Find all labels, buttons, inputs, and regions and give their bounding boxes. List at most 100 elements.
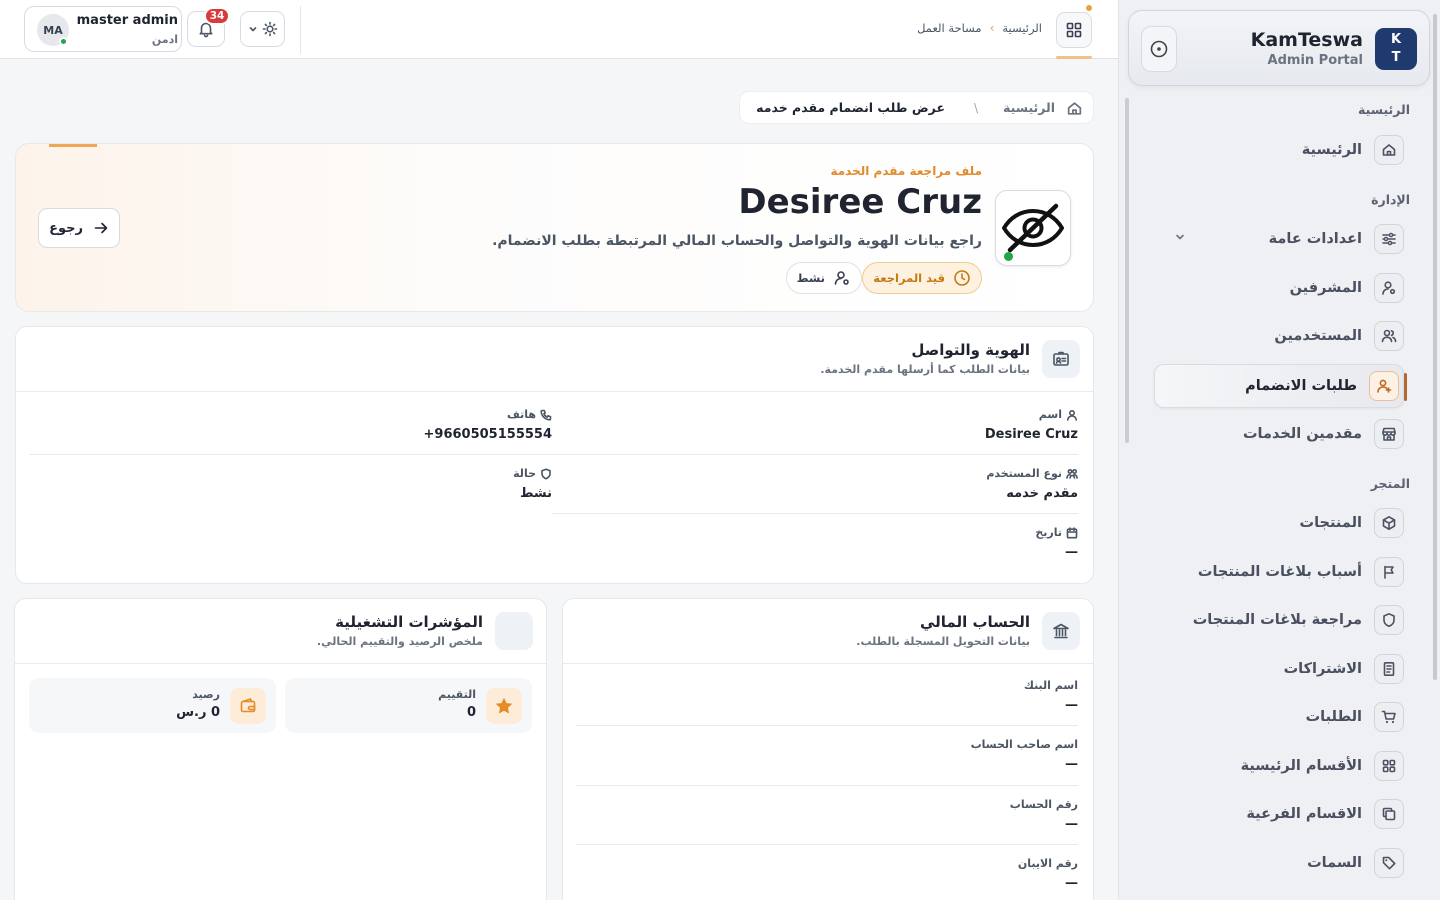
sidebar-item-supervisors[interactable]: المشرفين: [1154, 266, 1404, 310]
workspace-grid-button[interactable]: [1056, 12, 1092, 48]
status-badge-active: نشط: [785, 262, 862, 294]
layout-grid-icon: [1066, 22, 1082, 38]
online-status-dot: [59, 37, 68, 46]
notifications-button[interactable]: 34: [187, 7, 230, 47]
card-title: المؤشرات التشغيلية: [335, 613, 483, 631]
sidebar-item-users[interactable]: المستخدمين: [1154, 314, 1404, 358]
breadcrumb-root-link[interactable]: الرئيسية: [1003, 100, 1055, 115]
provider-avatar: [995, 190, 1071, 266]
sidebar-item-report-reasons[interactable]: أسباب بلاغات المنتجات: [1154, 550, 1404, 594]
finance-card: الحساب المالي بيانات التحويل المسجلة بال…: [562, 598, 1094, 900]
field-label: رقم الحساب: [1009, 798, 1078, 811]
top-header: الرئيسية › مساحة العمل 34 MA master admi…: [0, 0, 1118, 59]
sidebar-item-label: المستخدمين: [1274, 328, 1362, 344]
sidebar-item-orders[interactable]: الطلبات: [1154, 695, 1404, 739]
breadcrumb-separator: \: [973, 101, 978, 115]
online-status-dot: [1004, 252, 1013, 261]
sidebar-item-label: أسباب بلاغات المنتجات: [1197, 564, 1362, 580]
metric-label: رصيد: [192, 688, 220, 701]
card-subtitle: بيانات التحويل المسجلة بالطلب.: [856, 635, 1030, 648]
grid-icon: [1374, 751, 1404, 781]
cart-icon: [1374, 702, 1404, 732]
sidebar-item-label: المشرفين: [1289, 280, 1362, 296]
field-account-number: رقم الحساب —: [578, 798, 1078, 832]
brand-logo: K T: [1375, 28, 1417, 70]
card-title: الهوية والتواصل: [911, 341, 1030, 359]
users-icon: [1066, 468, 1078, 479]
field-status: حالة نشط: [42, 467, 552, 501]
nav-section-home: الرئيسية: [1358, 102, 1410, 117]
card-header: الهوية والتواصل بيانات الطلب كما أرسلها …: [16, 327, 1093, 392]
chevron-down-icon[interactable]: [1174, 231, 1186, 243]
user-icon: [1067, 409, 1077, 421]
field-label: نوع المستخدم: [578, 467, 1078, 480]
field-label: اسم صاحب الحساب: [970, 738, 1078, 751]
sidebar-item-sub-categories[interactable]: الاقسام الفرعية: [1154, 792, 1404, 836]
clock-icon: [954, 270, 970, 286]
sidebar-item-main-categories[interactable]: الأقسام الرئيسية: [1154, 744, 1404, 788]
sidebar-item-home[interactable]: الرئيسية: [1154, 128, 1404, 172]
brand-logo-letter: K: [1390, 32, 1402, 47]
breadcrumb-workspace: مساحة العمل: [917, 21, 982, 35]
user-menu[interactable]: MA master admin ادمن: [24, 6, 182, 52]
card-subtitle: ملخص الرصيد والتقييم الحالي.: [316, 635, 483, 648]
identity-card: الهوية والتواصل بيانات الطلب كما أرسلها …: [15, 326, 1094, 584]
provider-hero-card: ملف مراجعة مقدم الخدمة Desiree Cruz راجع…: [15, 143, 1094, 312]
page-scrollbar-thumb[interactable]: [1433, 14, 1437, 680]
sidebar-toggle-button[interactable]: [1141, 26, 1177, 72]
field-value: —: [1065, 698, 1078, 713]
card-subtitle: بيانات الطلب كما أرسلها مقدم الخدمة.: [820, 363, 1030, 376]
shield-icon: [1374, 605, 1404, 635]
indicator-dot: [1086, 5, 1092, 11]
breadcrumb-home-link[interactable]: الرئيسية: [1002, 21, 1042, 35]
sidebar-item-label: السمات: [1307, 855, 1362, 871]
header-divider: [300, 6, 301, 54]
sidebar-item-label: الطلبات: [1305, 709, 1362, 725]
back-button[interactable]: رجوع: [38, 208, 120, 248]
user-name: master admin: [76, 13, 178, 28]
card-header: الحساب المالي بيانات التحويل المسجلة بال…: [563, 599, 1093, 664]
sun-icon: [262, 21, 277, 37]
sidebar-item-join-requests[interactable]: طلبات الانضمام: [1154, 364, 1407, 408]
divider: [576, 725, 1078, 726]
sidebar-item-general-settings[interactable]: اعدادات عامة: [1154, 217, 1404, 261]
sidebar-item-attributes[interactable]: السمات: [1154, 841, 1404, 885]
field-label: تاريخ: [578, 526, 1078, 539]
star-icon: [486, 688, 522, 724]
breadcrumb: الرئيسية \ عرض طلب انضمام مقدم خدمه: [739, 91, 1094, 124]
sidebar-item-subscriptions[interactable]: الاشتراكات: [1154, 647, 1404, 691]
field-label-text: هاتف: [507, 408, 536, 421]
field-value: Desiree Cruz: [984, 427, 1078, 442]
metric-balance: رصيد 0 ر.س: [29, 678, 276, 733]
page-scrollbar[interactable]: [1430, 0, 1440, 900]
arrow-right-icon: [94, 222, 108, 234]
field-value: مقدم خدمه: [1006, 486, 1078, 501]
chart-icon: [495, 612, 533, 650]
theme-toggle-button[interactable]: [240, 11, 285, 47]
sidebar-item-label: مقدمين الخدمات: [1242, 426, 1362, 442]
provider-name: Desiree Cruz: [738, 182, 982, 222]
sidebar-item-service-providers[interactable]: مقدمين الخدمات: [1154, 412, 1404, 456]
box-icon: [1374, 508, 1404, 538]
metric-rating: التقييم 0: [285, 678, 532, 733]
header-breadcrumb: الرئيسية › مساحة العمل: [917, 21, 1042, 35]
field-value: —: [1065, 817, 1078, 832]
flag-icon: [1374, 557, 1404, 587]
field-phone: هاتف +9660505155554: [42, 408, 552, 442]
hero-description: راجع بيانات الهوية والتواصل والحساب الما…: [492, 233, 982, 249]
sidebar-item-products[interactable]: المنتجات: [1154, 501, 1404, 545]
sidebar-item-label: الأقسام الرئيسية: [1240, 758, 1362, 774]
sidebar: K T KamTeswa Admin Portal الرئيسية الرئي…: [1118, 0, 1440, 900]
brand-subtitle: Admin Portal: [1267, 53, 1363, 68]
card-header: المؤشرات التشغيلية ملخص الرصيد والتقييم …: [15, 599, 546, 664]
sidebar-scrollbar[interactable]: [1125, 98, 1129, 443]
sidebar-item-label: اعدادات عامة: [1268, 231, 1362, 247]
nav-section-admin: الإدارة: [1371, 192, 1410, 207]
back-button-label: رجوع: [49, 220, 83, 236]
field-label-text: اسم: [1038, 408, 1062, 421]
home-icon[interactable]: [1066, 100, 1083, 117]
sidebar-item-label: المنتجات: [1299, 515, 1362, 531]
field-label: حالة: [42, 467, 552, 480]
field-label-text: حالة: [513, 467, 536, 480]
sidebar-item-report-review[interactable]: مراجعة بلاغات المنتجات: [1154, 598, 1404, 642]
